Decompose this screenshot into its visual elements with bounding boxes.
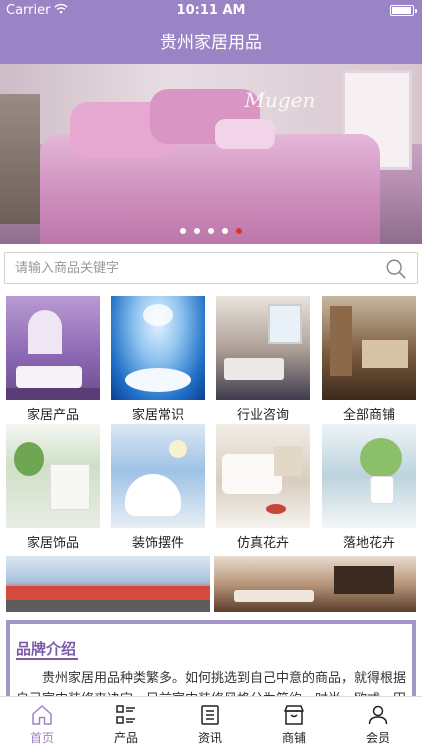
tab-label: 资讯	[197, 731, 222, 745]
carousel-dot-active[interactable]	[236, 228, 242, 234]
banner-nightstand	[0, 94, 40, 224]
category-thumbnail	[6, 296, 100, 400]
category-item-home-tips[interactable]: 家居常识	[111, 296, 205, 423]
category-thumbnail	[322, 296, 416, 400]
category-thumbnail	[111, 296, 205, 400]
category-item-ornaments[interactable]: 装饰摆件	[111, 424, 205, 551]
category-thumbnail	[322, 424, 416, 528]
home-icon	[32, 705, 52, 725]
category-item-industry-news[interactable]: 行业咨询	[216, 296, 310, 423]
carousel-dot[interactable]	[222, 228, 228, 234]
category-label: 家居饰品	[26, 536, 79, 551]
news-document-icon	[201, 705, 219, 725]
tab-products[interactable]: 产品	[84, 697, 168, 750]
search-icon[interactable]	[385, 258, 407, 280]
carousel-dot[interactable]	[208, 228, 214, 234]
search-bar[interactable]	[4, 252, 418, 284]
tab-label: 会员	[365, 731, 390, 745]
status-time: 10:11 AM	[176, 3, 246, 18]
category-item-home-products[interactable]: 家居产品	[6, 296, 100, 423]
category-item-floor-flowers[interactable]: 落地花卉	[322, 424, 416, 551]
category-label: 行业咨询	[236, 408, 289, 423]
category-label: 家居产品	[26, 408, 79, 423]
carousel-dot[interactable]	[194, 228, 200, 234]
carousel-indicators[interactable]	[0, 228, 422, 234]
tab-label: 产品	[113, 731, 138, 745]
tab-member[interactable]: 会员	[336, 697, 420, 750]
user-icon	[368, 705, 388, 725]
category-label: 装饰摆件	[131, 536, 184, 551]
banner-brand-text: Mugen	[244, 88, 316, 112]
category-item-home-decor[interactable]: 家居饰品	[6, 424, 100, 551]
category-thumbnail	[6, 424, 100, 528]
brand-intro-title-underline	[16, 658, 78, 660]
bottom-tab-bar: 首页 产品 资讯 商铺 会员	[0, 696, 422, 750]
promo-banner-mall[interactable]	[6, 556, 210, 612]
tab-label: 首页	[29, 731, 54, 745]
battery-icon	[390, 5, 417, 16]
category-thumbnail	[216, 424, 310, 528]
category-thumbnail	[111, 424, 205, 528]
search-input[interactable]	[15, 253, 375, 283]
brand-intro-title: 品牌介绍	[16, 640, 77, 658]
tab-label: 商铺	[281, 731, 306, 745]
category-label: 落地花卉	[342, 536, 395, 551]
tab-home[interactable]: 首页	[0, 697, 84, 750]
category-thumbnail	[216, 296, 310, 400]
status-bar: Carrier 10:11 AM	[0, 0, 422, 22]
store-icon	[284, 705, 304, 725]
category-label: 仿真花卉	[236, 536, 289, 551]
category-label: 全部商铺	[342, 408, 395, 423]
tab-news[interactable]: 资讯	[168, 697, 252, 750]
banner-pillow	[215, 119, 275, 149]
products-grid-icon	[116, 705, 135, 724]
page-title: 贵州家居用品	[160, 33, 262, 53]
carousel-dot[interactable]	[180, 228, 186, 234]
category-item-all-stores[interactable]: 全部商铺	[322, 296, 416, 423]
tab-stores[interactable]: 商铺	[252, 697, 336, 750]
category-item-artificial-flowers[interactable]: 仿真花卉	[216, 424, 310, 551]
banner-carousel[interactable]: Mugen	[0, 64, 422, 244]
category-label: 家居常识	[131, 408, 184, 423]
promo-banner-living-room[interactable]	[214, 556, 416, 612]
nav-bar: 贵州家居用品	[0, 22, 422, 64]
